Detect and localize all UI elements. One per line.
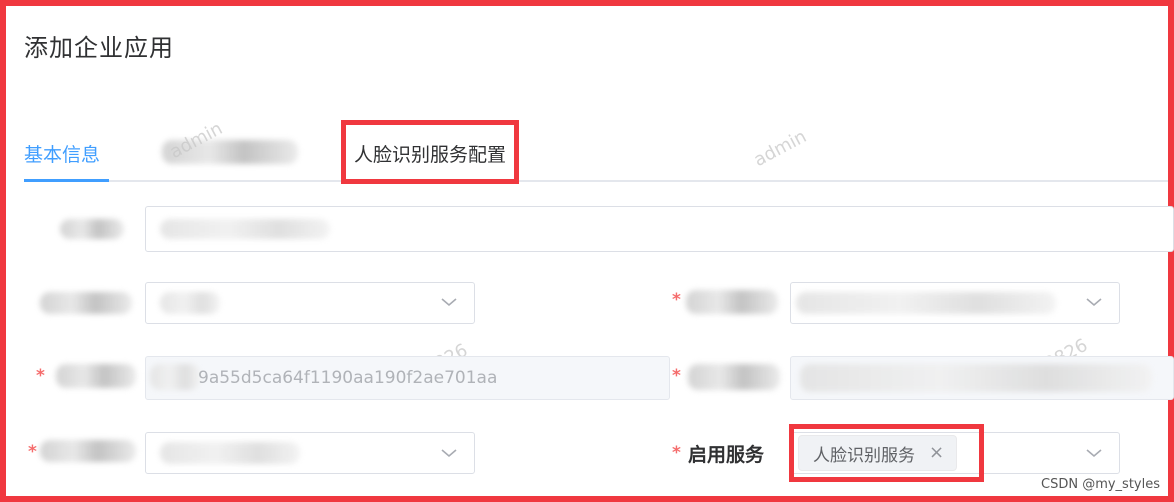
field-label-redacted bbox=[40, 292, 132, 314]
select-value-redacted bbox=[160, 292, 220, 314]
input-value-redacted bbox=[150, 364, 200, 390]
tag-label: 人脸识别服务 bbox=[813, 445, 915, 466]
app-secret-value: 9a55d5ca64f1190aa190f2ae701aa bbox=[198, 368, 498, 388]
required-mark: * bbox=[672, 443, 681, 463]
select-value-redacted bbox=[160, 442, 300, 464]
chevron-down-icon[interactable] bbox=[1085, 297, 1103, 307]
field-label-redacted bbox=[686, 290, 778, 314]
chevron-down-icon[interactable] bbox=[440, 448, 458, 458]
chevron-down-icon[interactable] bbox=[440, 297, 458, 307]
input-value-redacted bbox=[800, 364, 1152, 392]
required-mark: * bbox=[672, 366, 681, 386]
field-label-redacted bbox=[688, 364, 780, 390]
chevron-down-icon[interactable] bbox=[1085, 448, 1103, 458]
selected-service-tag: 人脸识别服务 × bbox=[798, 435, 958, 471]
field-label-redacted bbox=[40, 440, 136, 462]
field-label-redacted bbox=[56, 364, 136, 388]
close-icon[interactable]: × bbox=[929, 444, 944, 462]
page-title: 添加企业应用 bbox=[24, 34, 174, 62]
enable-service-label: 启用服务 bbox=[688, 444, 765, 466]
field-label-redacted bbox=[60, 219, 124, 239]
active-tab-indicator bbox=[24, 179, 109, 182]
required-mark: * bbox=[28, 442, 37, 462]
required-mark: * bbox=[36, 366, 45, 386]
select-value-redacted bbox=[796, 292, 1056, 314]
tab-basic-info[interactable]: 基本信息 bbox=[24, 140, 100, 167]
tab-face-recognition-config[interactable]: 人脸识别服务配置 bbox=[354, 140, 506, 167]
watermark: admin bbox=[750, 125, 811, 172]
required-mark: * bbox=[672, 290, 681, 310]
tabs-divider bbox=[24, 180, 1168, 182]
input-value-redacted bbox=[160, 219, 330, 239]
source-credit: CSDN @my_styles bbox=[1041, 477, 1160, 492]
